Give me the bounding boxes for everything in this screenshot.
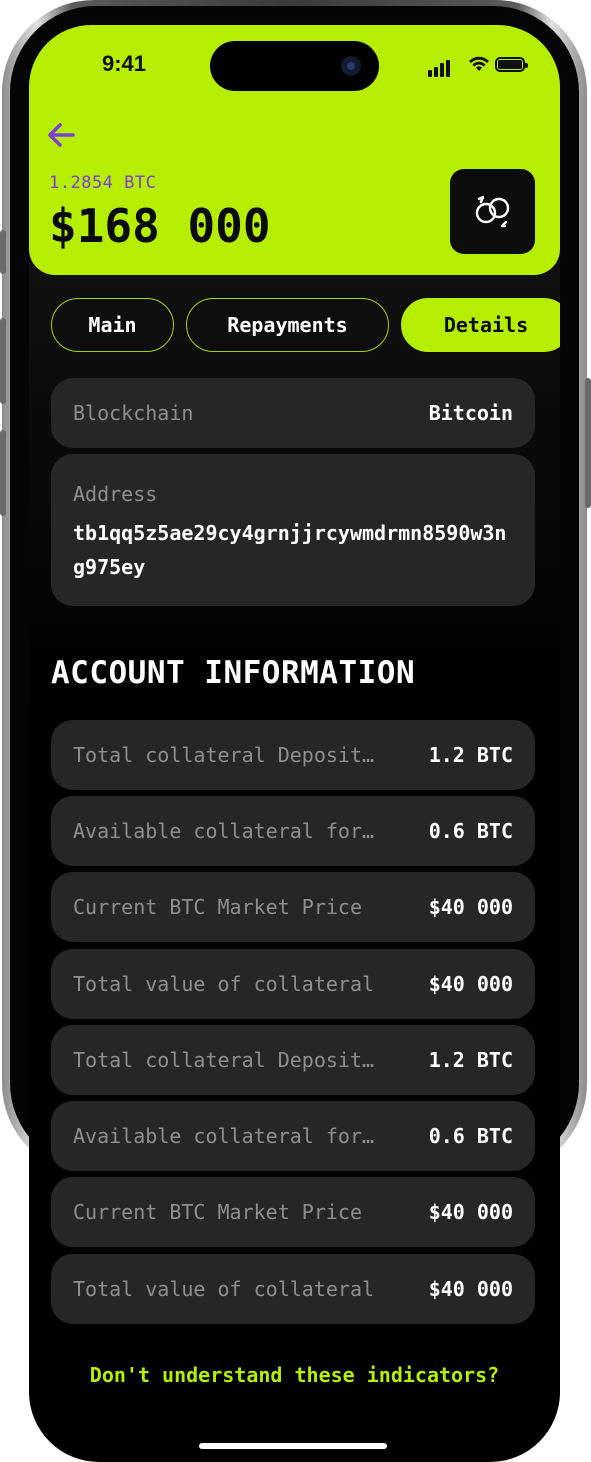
account-info-value: $40 000 — [428, 972, 513, 996]
account-info-label: Available collateral for withdrawal — [73, 1124, 385, 1148]
dynamic-island — [210, 41, 379, 91]
camera-icon — [341, 56, 361, 76]
account-info-row: Available collateral for withdrawal 0.6 … — [51, 796, 535, 866]
account-info-value: $40 000 — [428, 895, 513, 919]
account-info-row: Current BTC Market Price $40 000 — [51, 872, 535, 942]
account-info-row: Total value of collateral $40 000 — [51, 1254, 535, 1324]
blockchain-card: Blockchain Bitcoin — [51, 378, 535, 448]
account-info-label: Total value of collateral — [73, 1277, 375, 1301]
blockchain-row: Blockchain Bitcoin — [51, 378, 535, 448]
tab-details-label: Details — [443, 313, 529, 337]
account-info-value: 0.6 BTC — [428, 819, 513, 843]
usd-balance: $168 000 — [49, 199, 271, 253]
tab-details[interactable]: Details — [401, 298, 560, 352]
home-indicator[interactable] — [199, 1443, 387, 1449]
account-info-label: Current BTC Market Price — [73, 1200, 362, 1224]
status-icons — [428, 55, 538, 77]
account-info-value: $40 000 — [428, 1277, 513, 1301]
blockchain-value: Bitcoin — [428, 401, 513, 425]
status-time: 9:41 — [102, 51, 147, 76]
account-info-row: Total collateral Deposited 1.2 BTC — [51, 1025, 535, 1095]
account-information-title: ACCOUNT INFORMATION — [51, 655, 416, 691]
account-info-label: Total value of collateral — [73, 972, 375, 996]
status-bar: 9:41 — [29, 25, 560, 105]
tab-main[interactable]: Main — [51, 298, 174, 352]
coins-swap-icon — [475, 195, 510, 228]
address-label: Address — [73, 482, 158, 506]
arrow-left-icon[interactable] — [45, 119, 77, 151]
account-info-value: 1.2 BTC — [428, 1048, 513, 1072]
account-info-value: $40 000 — [428, 1200, 513, 1224]
blockchain-label: Blockchain — [73, 401, 194, 425]
account-info-label: Total collateral Deposited — [73, 743, 385, 767]
account-info-label: Total collateral Deposited — [73, 1048, 385, 1072]
account-info-row: Total collateral Deposited 1.2 BTC — [51, 720, 535, 790]
app-screen: 9:41 1.2854 BTC $168 000 Main Repayments… — [29, 25, 560, 1462]
account-info-value: 0.6 BTC — [428, 1124, 513, 1148]
power-button — [585, 378, 591, 508]
btc-balance: 1.2854 BTC — [49, 173, 157, 193]
account-info-row: Current BTC Market Price $40 000 — [51, 1177, 535, 1247]
tab-main-label: Main — [88, 313, 137, 337]
account-info-label: Available collateral for withdrawal — [73, 819, 385, 843]
volume-down-button — [0, 430, 6, 516]
swap-button[interactable] — [450, 169, 535, 254]
help-indicators-link[interactable]: Don't understand these indicators? — [29, 1363, 560, 1387]
account-info-value: 1.2 BTC — [428, 743, 513, 767]
mute-switch — [0, 230, 6, 274]
balance-header: 9:41 1.2854 BTC $168 000 — [29, 25, 560, 275]
volume-up-button — [0, 318, 6, 404]
account-info-row: Available collateral for withdrawal 0.6 … — [51, 1101, 535, 1171]
address-card[interactable]: Address tb1qq5z5ae29cy4grnjjrcywmdrmn859… — [51, 454, 535, 606]
battery-icon — [495, 57, 528, 72]
account-info-row: Total value of collateral $40 000 — [51, 949, 535, 1019]
tab-repayments-label: Repayments — [227, 313, 348, 337]
tab-repayments[interactable]: Repayments — [186, 298, 389, 352]
account-info-label: Current BTC Market Price — [73, 895, 362, 919]
address-value: tb1qq5z5ae29cy4grnjjrcywmdrmn8590w3ng975… — [73, 521, 507, 579]
wifi-icon — [469, 56, 489, 71]
